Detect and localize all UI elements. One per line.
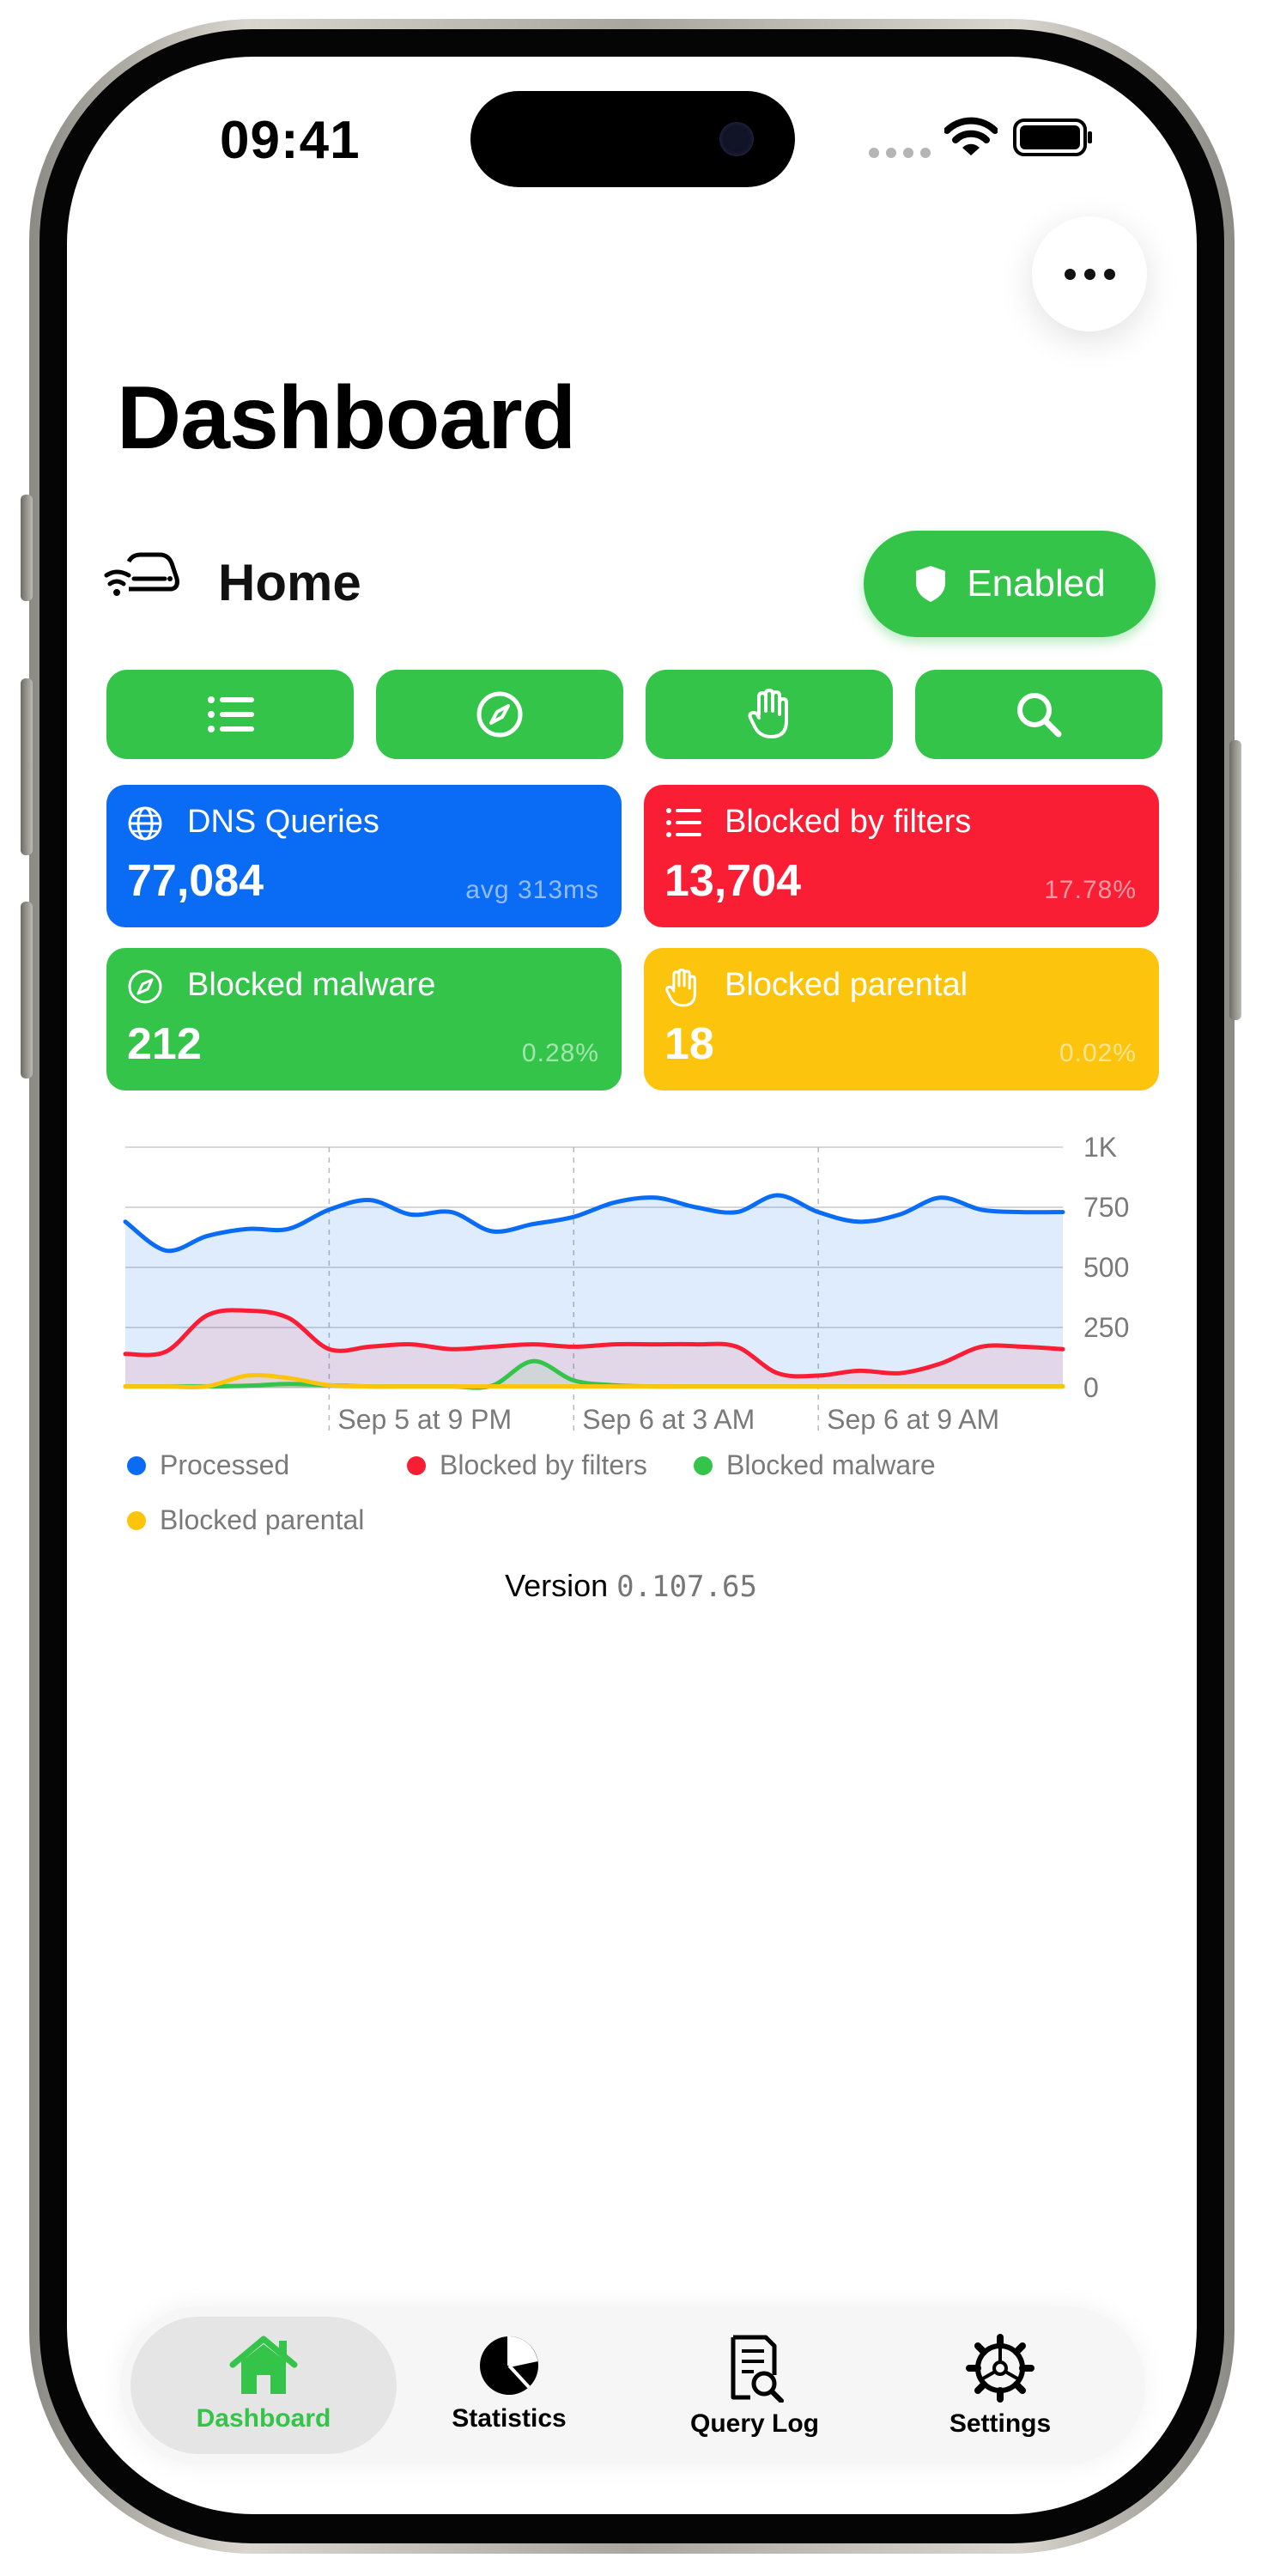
router-icon [104,552,179,596]
search-icon [1017,693,1062,738]
x-tick-label: Sep 6 at 9 AM [827,1404,999,1435]
legend-label: Blocked malware [726,1449,936,1480]
queries-chart: 0 250 500 750 1K Sep 5 at 9 PM Sep 6 at 3 AM Se… [123,1132,1129,1436]
parental-control-button[interactable] [646,670,893,759]
y-tick-label: 1K [1083,1132,1117,1163]
action-button [21,495,33,601]
browsing-security-button[interactable] [376,670,623,759]
legend-dot [407,1455,426,1475]
ellipsis-icon [1064,268,1076,280]
blocked-filters-card[interactable]: Blocked by filters 13,704 17.78% [644,785,1159,927]
version-info: Version 0.107.65 [0,1568,1262,1604]
query-search-button[interactable] [915,670,1162,759]
card-subvalue: 0.28% [521,1039,599,1067]
more-options-button[interactable] [1032,216,1147,331]
power-button [1229,740,1241,1020]
dns-queries-card[interactable]: DNS Queries 77,084 avg 313ms [106,785,622,927]
card-title: DNS Queries [187,804,379,840]
legend-label: Blocked by filters [440,1449,647,1480]
tab-label: Dashboard [196,2404,331,2433]
card-subvalue: 0.02% [1059,1039,1137,1067]
gear-icon [966,2334,1034,2403]
y-tick-label: 250 [1083,1312,1129,1343]
query-log-icon [731,2335,784,2403]
legend-processed: Processed [127,1449,289,1481]
legend-label: Processed [160,1449,290,1480]
tab-label: Settings [949,2409,1052,2438]
battery-icon [1013,118,1092,156]
protection-toggle-button[interactable]: Enabled [864,531,1156,637]
legend-label: Blocked parental [160,1504,365,1535]
filters-button[interactable] [106,670,354,759]
y-tick-label: 750 [1083,1192,1129,1223]
hand-icon [665,969,696,1007]
page-title: Dashboard [117,368,576,468]
compass-icon [476,691,523,738]
y-tick-label: 0 [1083,1372,1099,1403]
tab-label: Query Log [689,2409,819,2438]
card-value: 18 [664,1019,714,1069]
version-number: 0.107.65 [616,1570,757,1604]
cellular-signal-icon [869,148,931,158]
compass-icon [128,969,162,1004]
tab-query-log[interactable]: Query Log [630,2334,879,2463]
legend-dot [127,1455,146,1475]
legend-blocked-filters: Blocked by filters [407,1449,647,1481]
tab-dashboard[interactable]: Dashboard [139,2334,388,2463]
wifi-icon [944,117,998,155]
tab-label: Statistics [452,2404,567,2433]
volume-up-button [21,678,33,855]
card-value: 77,084 [127,856,264,906]
pie-chart-icon [480,2336,538,2395]
legend-dot [694,1455,713,1475]
tab-settings[interactable]: Settings [876,2334,1125,2463]
card-title: Blocked malware [187,967,436,1003]
card-title: Blocked by filters [725,804,972,840]
list-icon [666,808,701,837]
device-name: Home [218,554,361,611]
camera-icon [719,122,754,156]
card-subvalue: avg 313ms [465,876,599,904]
version-label: Version [505,1568,609,1603]
x-tick-label: Sep 5 at 9 PM [337,1404,512,1435]
list-icon [208,696,254,732]
y-tick-label: 500 [1083,1252,1129,1283]
status-time: 09:41 [220,111,361,170]
shield-icon [916,566,946,602]
card-subvalue: 17.78% [1044,876,1137,904]
x-tick-label: Sep 6 at 3 AM [582,1404,755,1435]
protection-label: Enabled [967,562,1106,605]
legend-blocked-parental: Blocked parental [127,1504,364,1536]
card-value: 13,704 [664,856,802,906]
volume-down-button [21,902,33,1078]
globe-icon [128,806,162,841]
blocked-malware-card[interactable]: Blocked malware 212 0.28% [106,948,622,1091]
legend-dot [127,1510,146,1530]
hand-icon [748,689,788,738]
house-icon [229,2336,298,2394]
card-value: 212 [127,1019,202,1069]
card-title: Blocked parental [725,967,968,1003]
blocked-parental-card[interactable]: Blocked parental 18 0.02% [644,948,1159,1091]
tab-statistics[interactable]: Statistics [385,2334,634,2463]
legend-blocked-malware: Blocked malware [694,1449,936,1481]
